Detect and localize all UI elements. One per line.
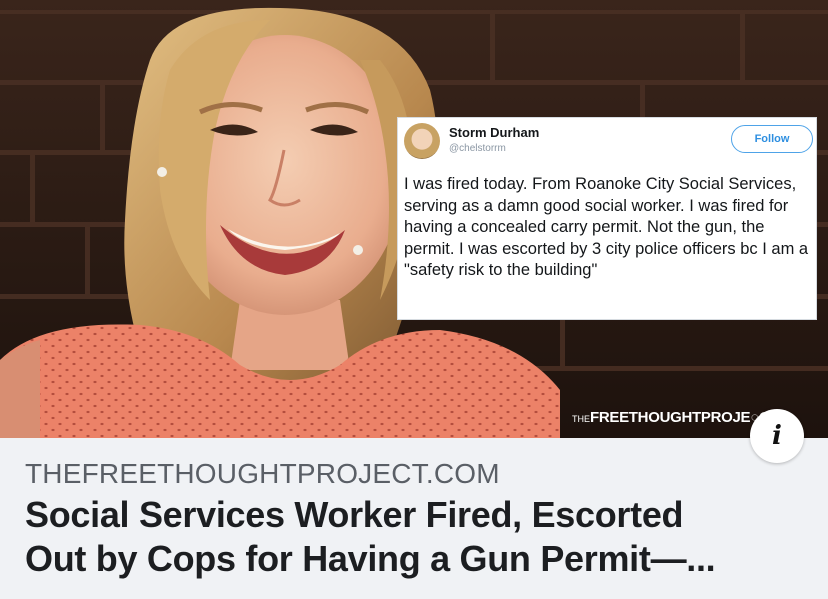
preview-caption[interactable]: THEFREETHOUGHTPROJECT.COM Social Service…	[0, 438, 828, 599]
preview-image[interactable]: Storm Durham @chelstorrm Follow I was fi…	[0, 0, 828, 438]
info-icon: i	[772, 421, 782, 451]
headline-line-1: Social Services Worker Fired, Escorted	[25, 494, 684, 535]
link-preview-card[interactable]: Storm Durham @chelstorrm Follow I was fi…	[0, 0, 828, 599]
site-watermark: THEFREETHOUGHTPROJE○OM	[572, 409, 783, 426]
info-button[interactable]: i	[750, 409, 804, 463]
article-headline[interactable]: Social Services Worker Fired, Escorted O…	[25, 493, 815, 581]
source-domain: THEFREETHOUGHTPROJECT.COM	[25, 458, 500, 489]
tweet-avatar	[404, 123, 440, 159]
headline-line-2: Out by Cops for Having a Gun Permit—...	[25, 538, 716, 579]
tweet-author-name: Storm Durham	[449, 125, 540, 140]
tweet-text: I was fired today. From Roanoke City Soc…	[404, 175, 809, 280]
follow-button: Follow	[731, 125, 813, 153]
tweet-author-handle: @chelstorrm	[449, 143, 506, 154]
embedded-tweet: Storm Durham @chelstorrm Follow I was fi…	[397, 117, 817, 320]
